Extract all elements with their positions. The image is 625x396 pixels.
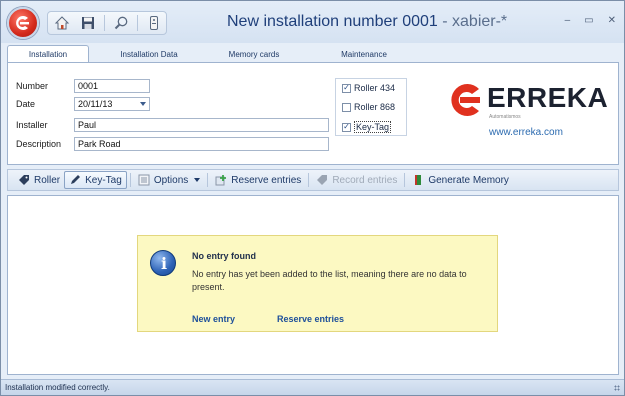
app-menu-button[interactable]	[7, 7, 39, 39]
reserve-entries-label: Reserve entries	[231, 174, 302, 186]
notice-title: No entry found	[192, 251, 256, 261]
qat-separator	[104, 15, 105, 31]
erreka-e-icon	[16, 16, 29, 30]
tab-memory-cards[interactable]: Memory cards	[209, 45, 299, 63]
reserve-entries-link[interactable]: Reserve entries	[277, 314, 344, 324]
title-bar: New installation number 0001 - xabier-* …	[1, 1, 624, 43]
description-label: Description	[16, 139, 62, 149]
save-button[interactable]	[78, 13, 98, 33]
close-icon[interactable]: ✕	[608, 15, 616, 26]
toolbar-separator	[207, 173, 209, 187]
roller-button[interactable]: Roller	[14, 171, 64, 189]
record-entries-button[interactable]: Record entries	[312, 171, 401, 189]
entries-list: i No entry found No entry has yet been a…	[7, 195, 619, 375]
info-icon: i	[150, 250, 176, 276]
date-picker[interactable]: 20/11/13	[74, 97, 150, 111]
record-icon	[317, 175, 328, 185]
device-button[interactable]	[144, 13, 164, 33]
number-label: Number	[16, 81, 49, 91]
installer-label: Installer	[16, 120, 48, 130]
key-tag-checkbox[interactable]: ✓ Key-Tag	[342, 121, 392, 133]
tab-maintenance[interactable]: Maintenance	[299, 45, 429, 63]
date-label: Date	[16, 99, 36, 109]
window-title-main: New installation number 0001	[227, 13, 438, 30]
roller-434-checkbox[interactable]: ✓ Roller 434	[342, 83, 395, 93]
main-tabs: Installation Installation Data Memory ca…	[7, 45, 619, 63]
roller-868-checkbox[interactable]: Roller 868	[342, 102, 395, 112]
status-text: Installation modified correctly.	[5, 383, 110, 392]
home-button[interactable]	[52, 13, 72, 33]
search-icon	[114, 16, 128, 30]
roller-868-label: Roller 868	[354, 102, 396, 112]
generate-memory-label: Generate Memory	[428, 174, 509, 186]
key-tag-button[interactable]: Key-Tag	[64, 171, 127, 189]
window-controls: – ▭ ✕	[565, 15, 616, 26]
tag-icon	[19, 175, 29, 185]
roller-434-label: Roller 434	[354, 83, 396, 93]
roller-button-label: Roller	[34, 174, 61, 186]
number-field[interactable]: 0001	[74, 79, 150, 93]
erreka-logo-mark-icon	[451, 84, 480, 116]
list-icon	[138, 174, 150, 186]
toolbar-separator	[129, 173, 131, 187]
entries-toolbar: Roller Key-Tag Options Reserve entries R…	[7, 169, 619, 191]
generate-memory-button[interactable]: Generate Memory	[408, 171, 513, 189]
brand-url[interactable]: www.erreka.com	[489, 127, 563, 138]
remote-control-icon	[150, 16, 158, 30]
date-value: 20/11/13	[78, 99, 113, 109]
search-button[interactable]	[111, 13, 131, 33]
checkbox-checked-icon: ✓	[342, 122, 351, 132]
app-window: New installation number 0001 - xabier-* …	[0, 0, 625, 396]
chevron-down-icon	[194, 178, 201, 182]
record-entries-label: Record entries	[332, 174, 398, 186]
checkbox-checked-icon: ✓	[342, 83, 351, 93]
status-bar: Installation modified correctly.	[1, 379, 624, 395]
minimize-icon[interactable]: –	[565, 15, 571, 26]
resize-grip-icon[interactable]	[614, 385, 620, 391]
maximize-icon[interactable]: ▭	[584, 15, 593, 26]
installation-panel: Number 0001 Date 20/11/13 Installer Paul…	[7, 62, 619, 165]
qat-separator	[137, 15, 138, 31]
empty-state-notice: i No entry found No entry has yet been a…	[137, 235, 498, 332]
key-tag-button-label: Key-Tag	[85, 174, 122, 186]
brand-tagline: Automatismos	[489, 114, 521, 120]
options-dropdown[interactable]: Options	[134, 171, 204, 189]
installer-field[interactable]: Paul	[74, 118, 329, 132]
tab-installation-data[interactable]: Installation Data	[89, 45, 209, 63]
erreka-logo: ERREKA Automatismos	[445, 80, 620, 120]
tab-installation[interactable]: Installation	[7, 45, 89, 63]
chevron-down-icon[interactable]	[140, 102, 146, 106]
checkbox-unchecked-icon	[342, 102, 351, 112]
window-title: New installation number 0001 - xabier-*	[227, 13, 507, 31]
new-entry-link[interactable]: New entry	[192, 314, 235, 324]
toolbar-separator	[404, 173, 406, 187]
save-icon	[82, 17, 94, 29]
notice-text: No entry has yet been added to the list,…	[192, 269, 467, 292]
pencil-icon	[71, 175, 81, 184]
options-label: Options	[153, 174, 189, 186]
home-icon	[54, 16, 70, 30]
memory-card-icon	[415, 175, 422, 185]
toolbar-separator	[308, 173, 310, 187]
description-field[interactable]: Park Road	[74, 137, 329, 151]
quick-access-toolbar	[47, 11, 167, 35]
add-entry-icon	[215, 175, 227, 186]
brand-name: ERREKA	[487, 82, 609, 113]
key-tag-label: Key-Tag	[354, 121, 392, 133]
reserve-entries-button[interactable]: Reserve entries	[211, 171, 305, 189]
window-title-suffix: - xabier-*	[437, 13, 508, 30]
device-type-options: ✓ Roller 434 Roller 868 ✓ Key-Tag	[335, 78, 407, 136]
